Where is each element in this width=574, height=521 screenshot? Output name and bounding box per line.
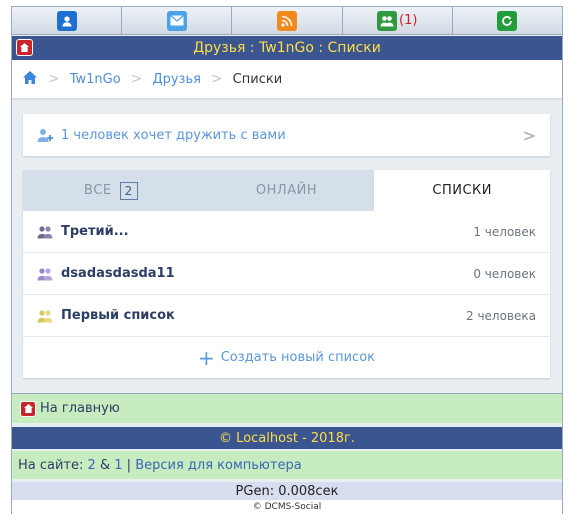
user-icon	[56, 10, 77, 31]
desktop-version-link[interactable]: Версия для компьютера	[135, 458, 301, 473]
tab-bar: ВСЕ 2 ОНЛАЙН СПИСКИ	[23, 170, 551, 211]
tab-all-count-badge: 2	[119, 181, 138, 200]
tab-lists[interactable]: СПИСКИ	[374, 170, 551, 211]
copyright-bar: © Localhost - 2018г.	[12, 427, 562, 449]
friends-request-count: (1)	[399, 13, 418, 28]
breadcrumb-user[interactable]: Tw1nGo	[70, 72, 121, 87]
rss-icon	[277, 10, 297, 31]
tab-all-label: ВСЕ	[83, 183, 112, 198]
create-list-label: Создать новый список	[220, 350, 376, 365]
group-icon	[37, 309, 53, 322]
title-bar: Друзья : Tw1nGo : Списки	[12, 36, 562, 60]
top-icon-bar: (1)	[12, 7, 563, 35]
list-member-count: 1 человек	[473, 224, 536, 239]
page-title: Друзья : Tw1nGo : Списки	[193, 40, 381, 56]
chevron-right-icon: >	[48, 71, 60, 87]
pgen-text: PGen: 0.008сек	[235, 483, 339, 499]
list-name: Первый список	[61, 308, 175, 323]
list-name: Третий...	[61, 224, 129, 239]
chevron-right-icon: >	[522, 126, 536, 145]
tab-online[interactable]: ОНЛАЙН	[198, 170, 375, 211]
add-user-icon	[37, 128, 53, 143]
tab-online-label: ОНЛАЙН	[255, 183, 318, 198]
online-guests-link[interactable]: 1	[114, 458, 122, 473]
home-icon-button[interactable]	[16, 39, 33, 56]
create-list-button[interactable]: + Создать новый список	[23, 337, 550, 378]
refresh-icon	[497, 10, 518, 31]
list-item[interactable]: dsadasdasda11 0 человек	[23, 253, 550, 295]
copyright-text: © Localhost - 2018г.	[219, 430, 355, 446]
online-label: На сайте:	[18, 457, 84, 473]
friend-request-banner[interactable]: 1 человек хочет дружить с вами >	[23, 114, 550, 156]
breadcrumb-current: Списки	[232, 71, 283, 87]
friends-icon	[377, 10, 397, 31]
chevron-right-icon: >	[210, 71, 223, 87]
list-item[interactable]: Первый список 2 человека	[23, 295, 550, 337]
home-link[interactable]: На главную	[40, 401, 120, 416]
page-frame: (1) Друзья : Tw1nGo : Списки > Tw1nGo > …	[11, 6, 563, 514]
chevron-right-icon: >	[130, 71, 143, 87]
home-icon	[20, 43, 29, 52]
breadcrumb: > Tw1nGo > Друзья > Списки	[12, 60, 562, 98]
tab-lists-label: СПИСКИ	[432, 183, 492, 198]
list-item[interactable]: Третий... 1 человек	[23, 211, 550, 253]
friends-button[interactable]: (1)	[342, 7, 453, 34]
group-icon	[37, 225, 53, 238]
list-name: dsadasdasda11	[61, 266, 175, 281]
online-separator: |	[126, 457, 132, 473]
refresh-button[interactable]	[452, 7, 563, 34]
mail-button[interactable]	[122, 7, 233, 34]
profile-button[interactable]	[12, 7, 123, 34]
online-amp: &	[99, 457, 111, 473]
plus-icon: +	[197, 345, 215, 370]
tab-all[interactable]: ВСЕ 2	[23, 170, 199, 211]
online-bar: На сайте: 2 & 1 | Версия для компьютера	[12, 451, 562, 479]
mail-icon	[166, 10, 187, 31]
pgen-bar: PGen: 0.008сек	[12, 482, 562, 500]
group-icon	[37, 267, 53, 280]
breadcrumb-friends[interactable]: Друзья	[152, 72, 201, 87]
list-member-count: 2 человека	[466, 308, 536, 323]
home-link-row[interactable]: На главную	[12, 393, 562, 423]
rss-button[interactable]	[232, 7, 343, 34]
dcms-text[interactable]: © DCMS-Social	[253, 502, 321, 512]
home-icon[interactable]	[22, 70, 38, 89]
home-icon	[20, 400, 36, 417]
friend-request-text: 1 человек хочет дружить с вами	[61, 127, 286, 143]
list-member-count: 0 человек	[473, 266, 536, 281]
online-users-link[interactable]: 2	[88, 458, 96, 473]
friends-panel: ВСЕ 2 ОНЛАЙН СПИСКИ Третий... 1 человек …	[23, 170, 551, 378]
dcms-credit: © DCMS-Social	[12, 500, 562, 514]
